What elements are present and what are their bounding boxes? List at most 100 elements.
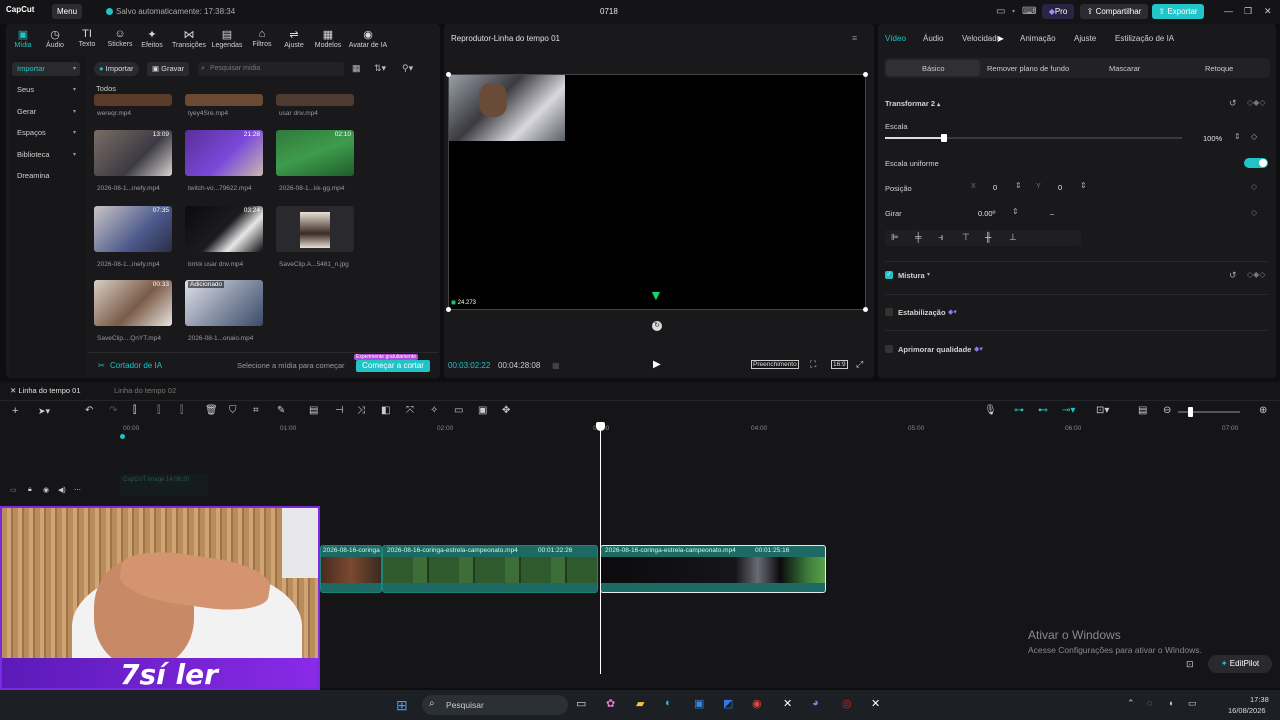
fill-mode-button[interactable]: Preenchimento: [751, 360, 799, 369]
zoom-slider[interactable]: [1178, 407, 1240, 417]
transform-header[interactable]: Transformar 2 ▴: [885, 99, 940, 108]
fullscreen-icon[interactable]: ⤢: [856, 359, 863, 370]
windows-start-icon[interactable]: ⊞: [396, 697, 408, 714]
microphone-icon[interactable]: 🎙: [984, 405, 997, 416]
tool-audio[interactable]: ◷ Áudio: [38, 28, 72, 49]
resize-icon[interactable]: ▭: [454, 405, 463, 416]
stepper-icon[interactable]: ⇕: [1080, 181, 1087, 190]
zoom-fit-icon[interactable]: ⛶: [810, 359, 816, 370]
category-dreamina[interactable]: Dreamina: [12, 169, 80, 183]
task-view-icon[interactable]: ▭: [576, 697, 586, 710]
resize-handle[interactable]: [446, 72, 451, 77]
stabilize-checkbox[interactable]: [885, 308, 893, 316]
store-icon[interactable]: ▣: [694, 697, 704, 710]
share-button[interactable]: ⇪ Compartilhar: [1080, 4, 1148, 19]
chevron-down-icon[interactable]: ▾: [927, 271, 930, 278]
enhance-checkbox[interactable]: [885, 345, 893, 353]
category-generate[interactable]: Gerar ▾: [12, 105, 80, 119]
split-left-icon[interactable]: ⫿: [157, 405, 160, 416]
timecode-icon[interactable]: ▦: [552, 361, 560, 370]
outlook-icon[interactable]: ◩: [723, 697, 733, 710]
in-point-marker[interactable]: [120, 434, 125, 439]
zoom-slider-handle[interactable]: [1188, 407, 1193, 417]
keyframe-icon[interactable]: ◇◆◇: [1247, 270, 1265, 279]
subtab-retouch[interactable]: Retoque: [1205, 64, 1233, 73]
pos-x-input[interactable]: 0: [993, 183, 997, 192]
start-cutting-button[interactable]: Começar a cortar: [356, 360, 430, 372]
tool-transitions[interactable]: ⋈ Transições: [172, 28, 206, 49]
magic-icon[interactable]: ✎: [277, 405, 285, 416]
tab-video[interactable]: Vídeo: [885, 34, 906, 43]
tab-ai-styling[interactable]: Estilização de IA: [1115, 34, 1174, 43]
tool-adjust[interactable]: ⇌ Ajuste: [277, 28, 311, 49]
menu-button[interactable]: Menu ▾: [52, 4, 82, 31]
aspect-ratio-button[interactable]: 16:9: [831, 360, 848, 369]
record-button[interactable]: ▣ Gravar: [147, 62, 190, 76]
pro-button[interactable]: ◆Pro: [1042, 4, 1074, 19]
capcut-taskbar-icon[interactable]: ✕: [783, 697, 792, 710]
tab-animation[interactable]: Animação: [1020, 34, 1056, 43]
media-thumbnail[interactable]: 02:10: [276, 130, 354, 176]
timeline-clip[interactable]: 2026-08-16-coringa: [320, 545, 382, 593]
tab-audio[interactable]: Áudio: [923, 34, 943, 43]
rotate-input[interactable]: 0.00º: [978, 209, 995, 218]
resize-handle[interactable]: [863, 307, 868, 312]
align-center-v-icon[interactable]: ╫: [985, 232, 991, 242]
media-thumbnail[interactable]: [276, 206, 354, 252]
export-button[interactable]: ⇪ Exportar: [1152, 4, 1204, 19]
magnet-icon[interactable]: ⊷: [1038, 405, 1048, 416]
resize-handle[interactable]: [863, 72, 868, 77]
media-thumbnail[interactable]: [276, 94, 354, 106]
stepper-icon[interactable]: ⇕: [1015, 181, 1022, 190]
project-title[interactable]: 0718: [600, 7, 618, 16]
reset-icon[interactable]: ↺: [1229, 270, 1237, 281]
category-import[interactable]: Importar ▾: [12, 62, 80, 76]
volume-icon[interactable]: ◖: [1168, 698, 1173, 708]
chrome-icon[interactable]: ◉: [752, 697, 762, 710]
tab-adjust[interactable]: Ajuste: [1074, 34, 1096, 43]
keyframe-icon[interactable]: ◇: [1251, 182, 1257, 191]
taskbar-search[interactable]: ⌕ Pesquisar: [422, 695, 568, 715]
tool-filters[interactable]: ⌂ Filtros: [245, 28, 279, 48]
timeline-clip-selected[interactable]: 2026-08-16-coringa-estrela-campeonato.mp…: [600, 545, 826, 593]
maximize-icon[interactable]: ❐: [1244, 6, 1252, 17]
tool-effects[interactable]: ✦ Efeitos: [135, 28, 169, 49]
grid-view-icon[interactable]: ▦: [352, 63, 361, 74]
resize-handle[interactable]: [446, 307, 451, 312]
link-main-track-icon[interactable]: ⊶: [1014, 405, 1024, 416]
rotate-handle-icon[interactable]: ↻: [652, 321, 662, 331]
align-left-icon[interactable]: ⊫: [891, 232, 899, 243]
audio-mute-icon[interactable]: ◀): [58, 486, 66, 494]
media-search-input[interactable]: ⌕ Pesquisar mídia: [198, 62, 344, 76]
timeline-tab-01[interactable]: ✕ Linha do tempo 01: [10, 386, 81, 395]
file-explorer-icon[interactable]: ▰: [636, 697, 644, 710]
crop-icon[interactable]: ⌗: [253, 405, 259, 416]
layout-icon[interactable]: ▭: [996, 6, 1005, 17]
rotate-flip-button[interactable]: –: [1050, 209, 1054, 218]
category-yours[interactable]: Seus ▾: [12, 83, 80, 97]
scale-value[interactable]: 100%: [1203, 134, 1222, 143]
reset-icon[interactable]: ↺: [1229, 98, 1237, 109]
align-center-h-icon[interactable]: ╪: [915, 232, 921, 242]
sort-icon[interactable]: ⇅▾: [374, 63, 386, 74]
keyframe-icon[interactable]: ◇: [1251, 132, 1257, 141]
media-thumbnail[interactable]: [185, 94, 263, 106]
redo-icon[interactable]: ↷: [109, 405, 117, 416]
scale-slider-handle[interactable]: [941, 134, 948, 142]
zoom-in-icon[interactable]: ⊕: [1259, 405, 1267, 416]
category-library[interactable]: Biblioteca ▾: [12, 148, 80, 162]
media-thumbnail[interactable]: 07:35: [94, 206, 172, 252]
mirror-icon[interactable]: ◧: [381, 405, 390, 416]
uniform-scale-toggle[interactable]: [1244, 158, 1268, 168]
chevron-down-icon[interactable]: ▾: [1012, 8, 1015, 15]
category-spaces[interactable]: Espaços ▾: [12, 126, 80, 140]
timeline-clip[interactable]: 2026-08-16-coringa-estrela-campeonato.mp…: [382, 545, 598, 593]
subtab-mask[interactable]: Mascarar: [1109, 64, 1140, 73]
subtab-remove-bg[interactable]: Remover plano de fundo: [987, 64, 1069, 73]
align-bottom-icon[interactable]: ⊥: [1009, 232, 1017, 243]
subtab-basic[interactable]: Básico: [922, 64, 945, 73]
lock-icon[interactable]: 🔒︎: [28, 486, 32, 494]
align-right-icon[interactable]: ⫣: [938, 232, 943, 243]
stepper-icon[interactable]: ⇕: [1012, 207, 1019, 216]
eye-icon[interactable]: ◉: [43, 486, 49, 494]
